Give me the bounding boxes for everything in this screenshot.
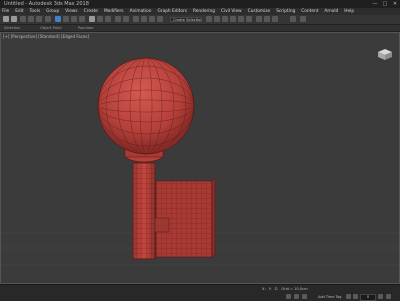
tab-object-paint[interactable]: Object Paint [40,25,62,31]
menu-graph-editors[interactable]: Graph Editors [157,8,187,15]
snap-toggle-icon[interactable] [133,16,139,22]
curve-editor-icon[interactable] [230,16,236,22]
z-coordinate-label: Z: [274,287,279,291]
sphere-knob [97,57,195,155]
menu-group[interactable]: Group [46,8,59,15]
selection-filter-icon[interactable] [45,16,51,22]
lock-selection-icon[interactable] [286,294,291,299]
toggle-ribbon-icon[interactable] [222,16,228,22]
menu-create[interactable]: Create [84,8,98,15]
viewport-scene [1,57,399,266]
redo-icon[interactable] [11,16,17,22]
menu-tools[interactable]: Tools [30,8,41,15]
key-mode-icon[interactable] [294,294,299,299]
select-and-scale-icon[interactable] [105,16,111,22]
tab-populate[interactable]: Populate [78,25,94,31]
menu-views[interactable]: Views [65,8,77,15]
select-by-name-icon[interactable] [63,16,69,22]
menu-bar: File Edit Tools Group Views Create Modif… [0,8,400,15]
coordinate-display: X: Y: Z: Grid = 10,0cm [262,287,308,291]
menu-file[interactable]: File [2,8,9,15]
layer-explorer-icon[interactable] [214,16,220,22]
play-icon[interactable] [353,294,358,299]
align-icon[interactable] [206,16,212,22]
rectangular-selection-icon[interactable] [71,16,77,22]
schematic-view-icon[interactable] [238,16,244,22]
menu-arnold[interactable]: Arnold [324,8,338,15]
pivot-center-icon[interactable] [123,16,129,22]
link-icon[interactable] [20,16,26,22]
menu-animation[interactable]: Animation [130,8,152,15]
window-title: Untitled - Autodesk 3ds Max 2018 [4,1,89,7]
window-titlebar: Untitled - Autodesk 3ds Max 2018 — □ ✕ [0,0,400,8]
selection-set-dropdown[interactable]: Create Selection Se [170,16,202,22]
rendered-frame-icon[interactable] [264,16,270,22]
undo-icon[interactable] [3,16,9,22]
close-button[interactable]: ✕ [392,0,398,8]
select-object-icon[interactable] [55,16,61,22]
mirror-icon[interactable] [157,16,163,22]
viewcube-icon[interactable] [375,47,395,61]
reference-coordinate-icon[interactable] [115,16,121,22]
menu-rendering[interactable]: Rendering [193,8,215,15]
unlink-icon[interactable] [28,16,34,22]
menu-help[interactable]: Help [344,8,354,15]
material-editor-icon[interactable] [246,16,252,22]
next-frame-icon[interactable] [378,294,383,299]
maximize-button[interactable]: □ [382,0,388,8]
percent-snap-icon[interactable] [149,16,155,22]
menu-modifiers[interactable]: Modifiers [104,8,124,15]
add-time-tag-button[interactable]: Add Time Tag [318,295,342,299]
extra-tool-icon[interactable] [300,16,306,22]
window-crossing-icon[interactable] [79,16,85,22]
tab-selection[interactable]: Selection [4,25,21,31]
go-to-start-icon[interactable] [346,294,351,299]
menu-civil-view[interactable]: Civil View [221,8,242,15]
ribbon-tabs: Selection Object Paint Populate [0,25,400,32]
render-setup-icon[interactable] [256,16,262,22]
angle-snap-icon[interactable] [141,16,147,22]
render-icon[interactable] [272,16,278,22]
menu-content[interactable]: Content [301,8,318,15]
workspace-icon[interactable] [290,16,296,22]
window-controls: — □ ✕ [372,0,398,8]
y-coordinate-label: Y: [268,287,272,291]
valve-model[interactable] [97,57,216,260]
x-coordinate-label: X: [262,287,266,291]
menu-customize[interactable]: Customize [248,8,271,15]
select-and-rotate-icon[interactable] [97,16,103,22]
main-toolbar: Create Selection Se [0,15,400,25]
status-bar: X: Y: Z: Grid = 10,0cm Add Time Tag 0 [0,284,400,301]
grid-size-label: Grid = 10,0cm [281,287,308,291]
time-config-icon[interactable] [302,294,307,299]
select-and-move-icon[interactable] [89,16,95,22]
perspective-viewport[interactable]: [+] [Perspective] [Standard] [Edged Face… [0,32,400,284]
mount-plate-side [211,177,216,258]
menu-edit[interactable]: Edit [15,8,23,15]
menu-scripting[interactable]: Scripting [276,8,295,15]
bind-space-warp-icon[interactable] [36,16,42,22]
go-to-end-icon[interactable] [386,294,391,299]
minimize-button[interactable]: — [372,0,378,8]
